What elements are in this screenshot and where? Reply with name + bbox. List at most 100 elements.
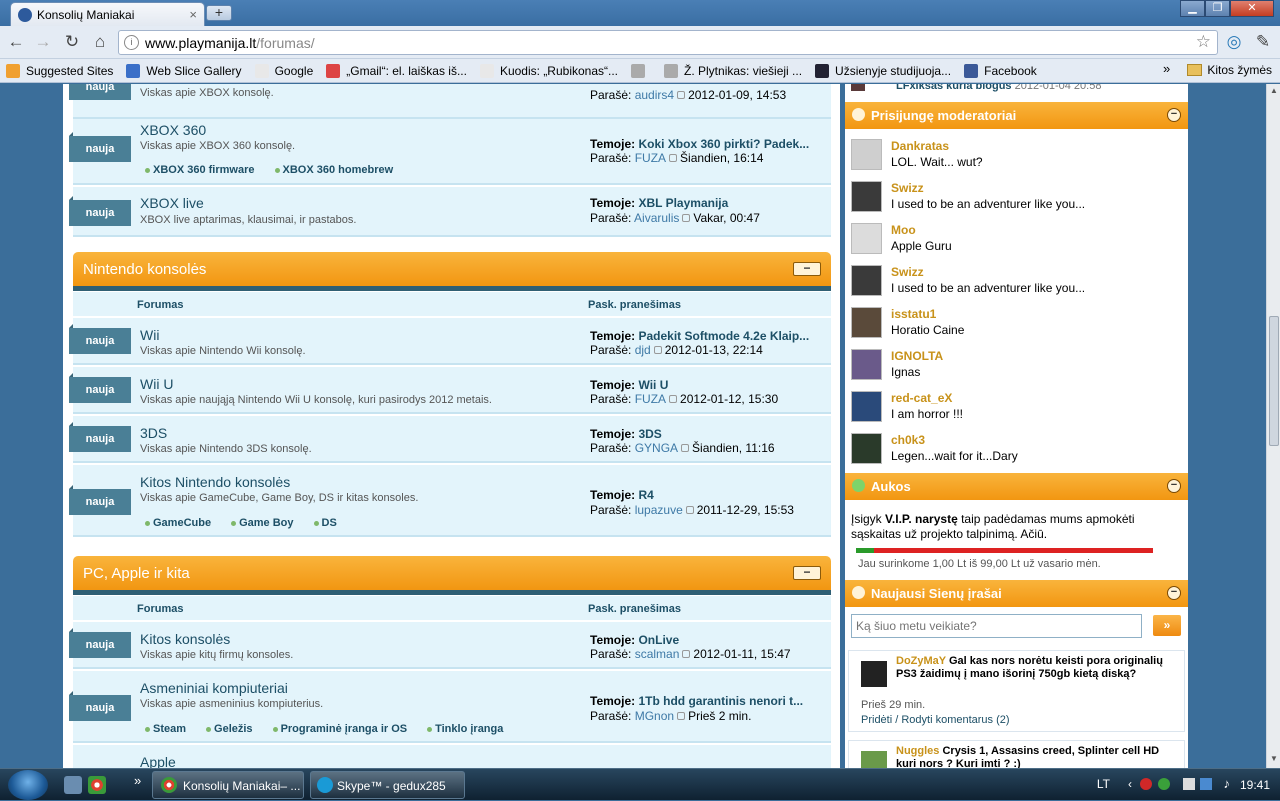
bookmark-star-icon[interactable]: ☆ <box>1196 32 1211 52</box>
avatar[interactable] <box>851 433 882 464</box>
avatar[interactable] <box>851 181 882 212</box>
moderator-name[interactable]: red-cat_eX <box>891 391 952 405</box>
last-post-author[interactable]: lupazuve <box>635 503 683 517</box>
avatar[interactable] <box>851 307 882 338</box>
volume-icon[interactable]: ♪ <box>1224 776 1231 791</box>
subforum-link[interactable]: XBOX 360 homebrew <box>274 164 393 176</box>
avatar[interactable] <box>851 265 882 296</box>
wall-post-actions[interactable]: Pridėti / Rodyti komentarus (2) <box>861 714 1010 726</box>
forward-arrow-icon[interactable]: → <box>32 32 54 54</box>
subforum-link[interactable]: GameCube <box>145 517 211 529</box>
collapse-button[interactable]: − <box>793 262 821 276</box>
last-post-author[interactable]: FUZA <box>635 392 666 406</box>
taskbar-task-skype[interactable]: Skype™ - gedux285 <box>310 771 465 799</box>
subforum-link[interactable]: Game Boy <box>231 517 294 529</box>
tray-app-icon[interactable] <box>1140 778 1152 790</box>
last-post-topic-link[interactable]: Padekit Softmode 4.2e Klaip... <box>638 329 809 343</box>
last-post-topic-link[interactable]: Wii U <box>638 378 668 392</box>
last-post-author[interactable]: FUZA <box>635 151 666 165</box>
bookmark-item[interactable]: „Gmail“: el. laiškas iš... <box>326 63 467 78</box>
last-post-author[interactable]: scalman <box>635 647 680 661</box>
bookmark-item[interactable]: Web Slice Gallery <box>126 63 242 78</box>
moderator-name[interactable]: Dankratas <box>891 139 949 153</box>
subforum-link[interactable]: Tinklo įranga <box>427 723 503 735</box>
subforum-link[interactable]: Geležis <box>206 723 253 735</box>
subforum-link[interactable]: XBOX 360 firmware <box>145 164 255 176</box>
moderator-name[interactable]: IGNOLTA <box>891 349 943 363</box>
minimize-button[interactable]: ▁ <box>1180 0 1205 17</box>
forum-title[interactable]: Kitos konsolės <box>140 631 230 647</box>
forum-title[interactable]: 3DS <box>140 425 167 441</box>
bookmark-item[interactable]: Kuodis: „Rubikonas“... <box>479 63 618 78</box>
last-post-topic-link[interactable]: OnLive <box>638 633 679 647</box>
bookmark-item[interactable]: Suggested Sites <box>6 63 113 78</box>
clock[interactable]: 19:41 <box>1240 778 1270 792</box>
bookmark-item[interactable]: Google <box>254 63 313 78</box>
collapse-button[interactable]: − <box>1167 108 1181 122</box>
last-post-author[interactable]: djd <box>635 343 651 357</box>
wrench-menu-icon[interactable]: ✎ <box>1252 32 1274 54</box>
moderator-name[interactable]: Moo <box>891 223 916 237</box>
last-post-author[interactable]: Aivarulis <box>634 211 679 225</box>
reload-icon[interactable]: ↻ <box>61 32 83 54</box>
scroll-up-icon[interactable]: ▲ <box>1270 86 1278 95</box>
forum-title[interactable]: Wii U <box>140 376 173 392</box>
moderator-name[interactable]: Swizz <box>891 265 924 279</box>
new-tab-button[interactable]: + <box>206 5 232 21</box>
tab-close-icon[interactable]: × <box>189 7 197 22</box>
avatar[interactable] <box>851 139 882 170</box>
bookmark-item[interactable] <box>631 63 651 78</box>
avatar[interactable] <box>851 223 882 254</box>
tray-app-icon[interactable] <box>1158 778 1170 790</box>
tray-app-icon[interactable] <box>1183 778 1195 790</box>
wall-submit-button[interactable]: » <box>1153 615 1181 636</box>
subforum-link[interactable]: Programinė įranga ir OS <box>272 723 407 735</box>
moderator-name[interactable]: isstatu1 <box>891 307 936 321</box>
wall-status-input[interactable] <box>851 614 1142 638</box>
last-post-author[interactable]: MGnon <box>635 709 674 723</box>
bookmark-item[interactable]: Užsienyje studijuoja... <box>815 63 951 78</box>
address-bar[interactable]: i www.playmanija.lt/forumas/ ☆ <box>118 30 1218 55</box>
chrome-icon[interactable] <box>88 776 106 794</box>
forum-title[interactable]: XBOX live <box>140 195 204 211</box>
forum-title[interactable]: Apple <box>140 754 176 768</box>
last-post-topic-link[interactable]: 1Tb hdd garantinis nenori t... <box>638 694 803 708</box>
start-button[interactable] <box>8 770 48 800</box>
forum-title[interactable]: XBOX 360 <box>140 122 206 138</box>
maximize-button[interactable]: ❐ <box>1205 0 1230 17</box>
last-post-author[interactable]: GYNGA <box>635 441 678 455</box>
collapse-button[interactable]: − <box>1167 586 1181 600</box>
moderator-name[interactable]: Swizz <box>891 181 924 195</box>
last-post-topic-link[interactable]: XBL Playmanija <box>638 196 728 210</box>
avatar[interactable] <box>851 349 882 380</box>
other-bookmarks[interactable]: Kitos žymės <box>1187 63 1272 77</box>
home-icon[interactable]: ⌂ <box>89 32 111 54</box>
last-post-topic-link[interactable]: Koki Xbox 360 pirkti? Padek... <box>638 137 809 151</box>
collapse-button[interactable]: − <box>1167 479 1181 493</box>
quicklaunch-more-icon[interactable]: » <box>134 773 141 788</box>
forum-title[interactable]: Wii <box>140 327 159 343</box>
subforum-link[interactable]: DS <box>313 517 337 529</box>
last-post-topic-link[interactable]: R4 <box>638 488 653 502</box>
collapse-button[interactable]: − <box>793 566 821 580</box>
bookmarks-overflow-icon[interactable]: » <box>1163 61 1170 76</box>
last-post-author[interactable]: audirs4 <box>635 88 674 102</box>
last-post-topic-link[interactable]: 3DS <box>638 427 661 441</box>
scroll-thumb[interactable] <box>1269 316 1279 446</box>
tray-expand-icon[interactable]: ‹ <box>1128 777 1132 791</box>
close-window-button[interactable]: ✕ <box>1230 0 1274 17</box>
forum-title[interactable]: Asmeniniai kompiuteriai <box>140 680 288 696</box>
language-indicator[interactable]: LT <box>1097 777 1110 791</box>
scroll-down-icon[interactable]: ▼ <box>1270 754 1278 763</box>
bookmark-item[interactable]: Ž. Plytnikas: viešieji ... <box>664 63 802 78</box>
extension-icon[interactable]: ◎ <box>1223 32 1245 54</box>
avatar[interactable] <box>851 391 882 422</box>
page-scrollbar[interactable]: ▲ ▼ <box>1266 84 1280 768</box>
forum-title[interactable]: Kitos Nintendo konsolės <box>140 474 290 490</box>
moderator-name[interactable]: ch0k3 <box>891 433 925 447</box>
show-desktop-icon[interactable] <box>64 776 82 794</box>
browser-tab[interactable]: Konsolių Maniakai × <box>10 2 205 26</box>
taskbar-task-chrome[interactable]: Konsolių Maniakai– ... <box>152 771 304 799</box>
bookmark-item[interactable]: Facebook <box>964 63 1037 78</box>
subforum-link[interactable]: Steam <box>145 723 186 735</box>
